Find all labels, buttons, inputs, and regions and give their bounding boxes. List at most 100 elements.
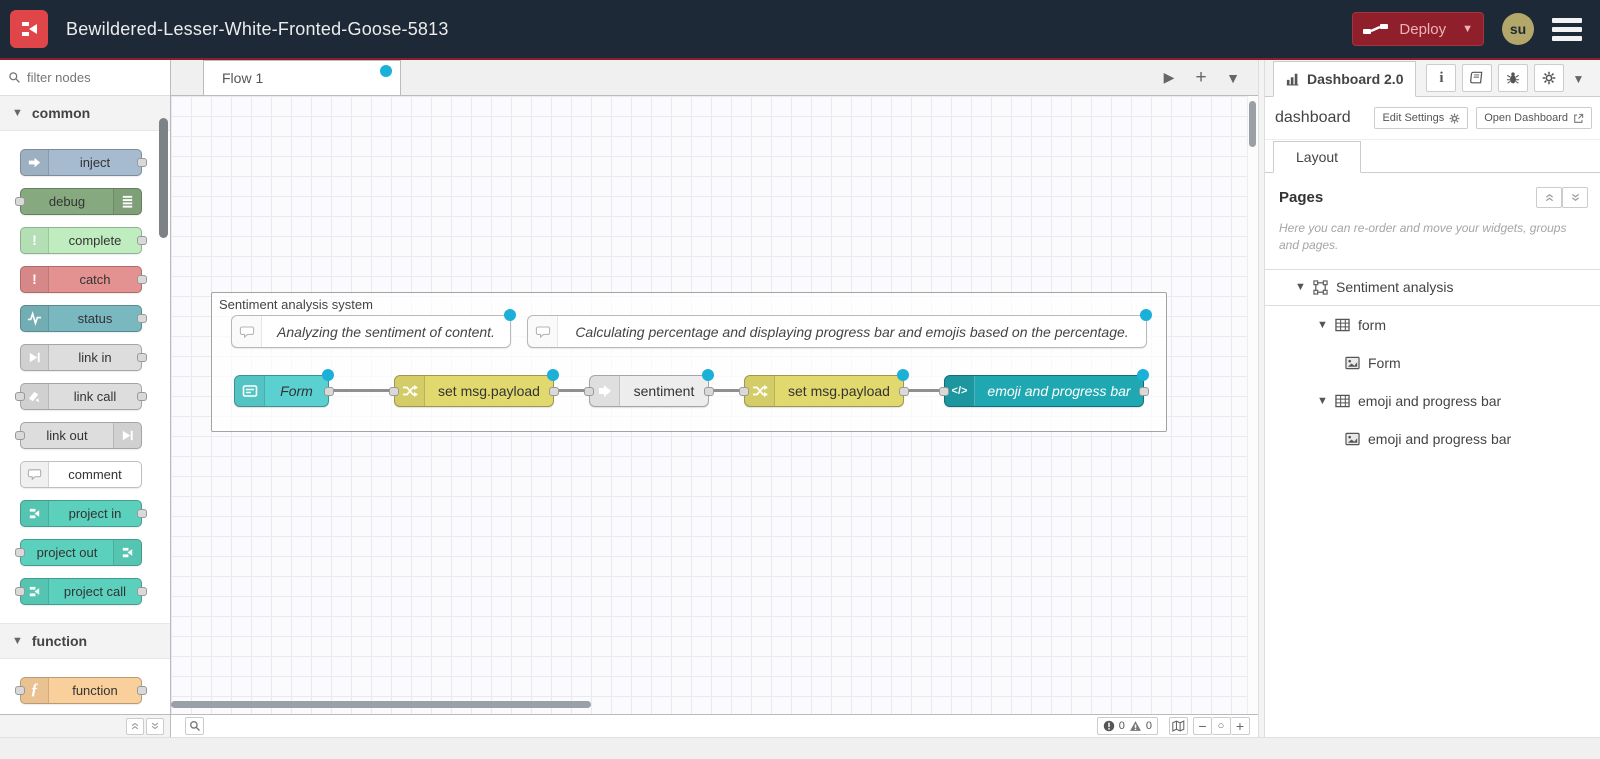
output-port[interactable] bbox=[137, 274, 147, 284]
output-port[interactable] bbox=[137, 586, 147, 596]
scroll-tabs-button[interactable]: ▶ bbox=[1158, 69, 1180, 86]
tab-dashboard-2[interactable]: Dashboard 2.0 bbox=[1273, 61, 1417, 97]
expand-all-button[interactable] bbox=[1562, 187, 1588, 208]
output-port[interactable] bbox=[137, 235, 147, 245]
deploy-options-caret[interactable]: ▼ bbox=[1456, 23, 1473, 35]
output-port[interactable] bbox=[137, 391, 147, 401]
header: Bewildered-Lesser-White-Fronted-Goose-58… bbox=[0, 0, 1600, 60]
bug-icon bbox=[1507, 72, 1520, 84]
collapse-all-button[interactable] bbox=[1536, 187, 1562, 208]
edit-settings-button[interactable]: Edit Settings bbox=[1374, 107, 1469, 129]
output-port[interactable] bbox=[137, 508, 147, 518]
output-port[interactable] bbox=[324, 387, 334, 396]
sidebar-separator[interactable] bbox=[1258, 60, 1265, 737]
output-port[interactable] bbox=[549, 387, 559, 396]
navigator-button[interactable] bbox=[1169, 717, 1188, 735]
layout-tree: ▼ Sentiment analysis ▼ form Form ▼ emoji… bbox=[1265, 268, 1600, 458]
palette-node-status[interactable]: status bbox=[20, 304, 147, 332]
palette-filter-input[interactable] bbox=[27, 69, 147, 85]
input-port[interactable] bbox=[15, 685, 25, 695]
chevron-down-icon[interactable]: ▼ bbox=[1317, 395, 1328, 407]
deploy-button[interactable]: Deploy ▼ bbox=[1352, 12, 1484, 46]
tab-debug[interactable] bbox=[1498, 64, 1529, 92]
warning-count: 0 bbox=[1145, 720, 1152, 732]
palette-category-function[interactable]: ▼ function bbox=[0, 623, 170, 658]
node-form[interactable]: Form bbox=[234, 369, 334, 407]
palette-category-common[interactable]: ▼ common bbox=[0, 95, 170, 130]
open-dashboard-button[interactable]: Open Dashboard bbox=[1476, 107, 1592, 129]
palette-node-debug[interactable]: debug bbox=[15, 187, 142, 215]
output-port[interactable] bbox=[704, 387, 714, 396]
input-port[interactable] bbox=[389, 387, 399, 396]
canvas-hscrollbar[interactable] bbox=[171, 701, 591, 708]
main-menu-button[interactable] bbox=[1552, 17, 1582, 41]
palette-node-function[interactable]: ƒ function bbox=[15, 676, 147, 704]
palette-node-link-out[interactable]: link out bbox=[15, 421, 142, 449]
canvas-search-button[interactable] bbox=[185, 717, 204, 735]
tree-group-form[interactable]: ▼ form bbox=[1265, 306, 1600, 344]
palette-node-project-in[interactable]: project in bbox=[20, 499, 147, 527]
node-template[interactable]: </> emoji and progress bar bbox=[939, 369, 1149, 407]
deploy-label: Deploy bbox=[1399, 20, 1447, 38]
input-port[interactable] bbox=[939, 387, 949, 396]
canvas-vscrollbar[interactable] bbox=[1247, 96, 1258, 714]
unsaved-changes-dot bbox=[380, 65, 392, 77]
tree-page-sentiment-analysis[interactable]: ▼ Sentiment analysis bbox=[1265, 268, 1600, 306]
comment-node-2[interactable]: Calculating percentage and displaying pr… bbox=[527, 309, 1152, 348]
node-change-2[interactable]: set msg.payload bbox=[739, 369, 909, 407]
page-icon bbox=[1313, 280, 1328, 295]
input-port[interactable] bbox=[739, 387, 749, 396]
tab-layout[interactable]: Layout bbox=[1273, 141, 1362, 173]
tab-config[interactable] bbox=[1534, 64, 1565, 92]
chevron-down-icon[interactable]: ▼ bbox=[1317, 319, 1328, 331]
output-port[interactable] bbox=[137, 685, 147, 695]
palette-node-project-out[interactable]: project out bbox=[15, 538, 142, 566]
input-port[interactable] bbox=[15, 586, 25, 596]
zoom-reset-button[interactable]: ○ bbox=[1212, 717, 1231, 735]
input-port[interactable] bbox=[15, 391, 25, 401]
palette-search[interactable] bbox=[0, 60, 170, 96]
flow-canvas[interactable]: Sentiment analysis system Analyzing the … bbox=[171, 96, 1258, 714]
collapse-categories-button[interactable] bbox=[126, 717, 144, 735]
link-call-icon bbox=[21, 383, 49, 409]
palette-node-link-call[interactable]: link call bbox=[15, 382, 147, 410]
palette-node-complete[interactable]: ! complete bbox=[20, 226, 147, 254]
palette-node-link-in[interactable]: link in bbox=[20, 343, 147, 371]
zoom-out-button[interactable]: − bbox=[1193, 717, 1212, 735]
input-port[interactable] bbox=[15, 196, 25, 206]
tree-widget-emoji-progress[interactable]: emoji and progress bar bbox=[1265, 420, 1600, 458]
output-port[interactable] bbox=[1139, 387, 1149, 396]
tab-help[interactable] bbox=[1462, 64, 1493, 92]
notification-counts[interactable]: 0 0 bbox=[1096, 717, 1158, 735]
chevron-down-icon[interactable]: ▼ bbox=[1295, 281, 1306, 293]
tree-group-emoji-progress[interactable]: ▼ emoji and progress bar bbox=[1265, 382, 1600, 420]
zoom-in-button[interactable]: + bbox=[1231, 717, 1250, 735]
output-port[interactable] bbox=[137, 157, 147, 167]
palette-footer bbox=[0, 714, 170, 738]
sidebar-tabs-caret[interactable]: ▼ bbox=[1572, 72, 1584, 86]
node-change-1[interactable]: set msg.payload bbox=[389, 369, 559, 407]
comment-node-1[interactable]: Analyzing the sentiment of content. bbox=[231, 309, 516, 348]
output-port[interactable] bbox=[899, 387, 909, 396]
palette-node-inject[interactable]: inject bbox=[20, 148, 147, 176]
output-port[interactable] bbox=[137, 352, 147, 362]
palette-scrollbar[interactable] bbox=[159, 117, 168, 238]
output-port[interactable] bbox=[137, 313, 147, 323]
change-icon bbox=[745, 376, 775, 406]
add-flow-button[interactable]: + bbox=[1190, 67, 1212, 89]
input-port[interactable] bbox=[15, 547, 25, 557]
tab-flow-1[interactable]: Flow 1 bbox=[203, 60, 401, 95]
input-port[interactable] bbox=[584, 387, 594, 396]
input-port[interactable] bbox=[15, 430, 25, 440]
palette-node-catch[interactable]: ! catch bbox=[20, 265, 147, 293]
node-group[interactable]: Sentiment analysis system bbox=[211, 292, 1167, 432]
tree-widget-form[interactable]: Form bbox=[1265, 344, 1600, 382]
palette-node-comment[interactable]: comment bbox=[20, 460, 142, 488]
node-sentiment[interactable]: sentiment bbox=[584, 369, 714, 407]
expand-categories-button[interactable] bbox=[146, 717, 164, 735]
user-avatar[interactable]: su bbox=[1502, 13, 1534, 45]
flow-list-caret[interactable]: ▼ bbox=[1222, 70, 1244, 86]
tab-info[interactable]: i bbox=[1426, 64, 1457, 92]
node-red-app: Bewildered-Lesser-White-Fronted-Goose-58… bbox=[0, 0, 1600, 759]
palette-node-project-call[interactable]: project call bbox=[15, 577, 147, 605]
